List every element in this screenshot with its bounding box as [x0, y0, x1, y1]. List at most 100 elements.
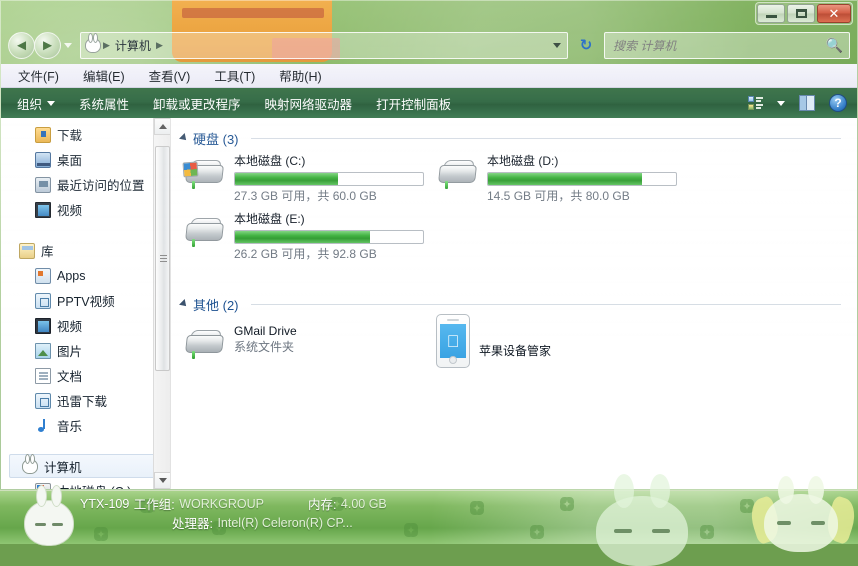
back-button[interactable]: ◄ — [8, 32, 35, 59]
other-tile-gmail-drive[interactable]: GMail Drive 系统文件夹 — [183, 322, 297, 362]
menu-view[interactable]: 查看(V) — [146, 64, 194, 87]
scrollbar-thumb[interactable] — [155, 146, 170, 371]
address-bar-row: ◄ ► ▶ 计算机 ▶ ↻ 🔍 — [0, 28, 858, 64]
map-network-drive-button[interactable]: 映射网络驱动器 — [265, 94, 353, 113]
drive-capacity-text: 27.3 GB 可用，共 60.0 GB — [234, 188, 424, 204]
computer-rabbit-icon — [22, 459, 38, 474]
menu-edit[interactable]: 编辑(E) — [80, 64, 128, 87]
sidebar-item-pictures[interactable]: 图片 — [1, 338, 170, 363]
preview-pane-left — [800, 96, 807, 110]
apple-logo-icon:  — [447, 333, 460, 350]
uninstall-change-program-button[interactable]: 卸载或更改程序 — [153, 94, 241, 113]
breadcrumb-separator-icon-2[interactable]: ▶ — [154, 40, 165, 51]
other-tile-text: 苹果设备管家 — [479, 324, 551, 359]
memory-label: 内存: — [308, 494, 336, 513]
sidebar-spacer — [1, 222, 170, 238]
workgroup-label: 工作组: — [134, 494, 175, 513]
maximize-button[interactable] — [787, 4, 815, 23]
sidebar-item-recent-places[interactable]: 最近访问的位置 — [1, 172, 170, 197]
other-tile-text: GMail Drive 系统文件夹 — [234, 322, 297, 355]
menu-help[interactable]: 帮助(H) — [276, 64, 324, 87]
sidebar-item-local-disk-c[interactable]: 本地磁盘 (C:) — [1, 478, 170, 489]
sidebar-item-pptv-video[interactable]: PPTV视频 — [1, 288, 170, 313]
scroll-down-button[interactable] — [154, 472, 171, 489]
capacity-bar-fill — [235, 231, 370, 243]
sidebar-item-videos[interactable]: 视频 — [1, 197, 170, 222]
section-divider — [251, 304, 841, 305]
navigation-list: 下载 桌面 最近访问的位置 视频 库 — [1, 118, 170, 489]
sidebar-item-videos-library[interactable]: 视频 — [1, 313, 170, 338]
capacity-bar-fill — [235, 173, 338, 185]
sidebar-item-label: 桌面 — [57, 150, 82, 169]
sidebar-item-label: 视频 — [57, 316, 82, 335]
decorative-rabbit-right — [764, 494, 838, 552]
address-dropdown-icon[interactable] — [553, 43, 561, 48]
help-icon[interactable]: ? — [829, 94, 847, 112]
other-tiles: GMail Drive 系统文件夹  苹果设备管家 — [171, 314, 857, 394]
file-list-pane: 硬盘 (3) 本地磁盘 (C:) — [171, 118, 857, 489]
open-control-panel-button[interactable]: 打开控制面板 — [376, 94, 451, 113]
apps-icon — [35, 268, 51, 284]
scroll-up-button[interactable] — [154, 118, 171, 135]
refresh-button[interactable]: ↻ — [575, 33, 597, 57]
sidebar-item-label: PPTV视频 — [57, 291, 115, 310]
minimize-button[interactable] — [757, 4, 785, 23]
search-input[interactable] — [611, 38, 826, 54]
forward-button[interactable]: ► — [34, 32, 61, 59]
section-header-hard-disks[interactable]: 硬盘 (3) — [179, 128, 841, 148]
drive-name: 本地磁盘 (D:) — [487, 154, 677, 169]
view-mode-chevron-down-icon[interactable] — [777, 101, 785, 106]
collapse-triangle-icon[interactable] — [179, 133, 189, 143]
organize-button[interactable]: 组织 — [17, 94, 55, 113]
navigation-scrollbar[interactable] — [153, 118, 170, 489]
search-box[interactable]: 🔍 — [604, 32, 850, 59]
close-button[interactable]: ✕ — [817, 4, 851, 23]
navigation-pane: 下载 桌面 最近访问的位置 视频 库 — [1, 118, 171, 489]
sidebar-item-label: 下载 — [57, 125, 82, 144]
sidebar-item-desktop[interactable]: 桌面 — [1, 147, 170, 172]
view-mode-icon[interactable] — [748, 96, 763, 110]
command-toolbar: 组织 系统属性 卸载或更改程序 映射网络驱动器 打开控制面板 ? — [1, 88, 857, 118]
capacity-bar — [234, 172, 424, 186]
hard-drive-windows-icon — [183, 158, 225, 192]
memory-value: 4.00 GB — [341, 497, 387, 511]
thunder-download-icon — [35, 393, 51, 409]
menu-tools[interactable]: 工具(T) — [211, 64, 258, 87]
iphone-apple-icon:  — [436, 314, 470, 368]
collapse-triangle-icon[interactable] — [179, 299, 189, 309]
drive-tile-d[interactable]: 本地磁盘 (D:) 14.5 GB 可用，共 80.0 GB — [436, 152, 677, 204]
recent-pages-dropdown-icon[interactable] — [64, 43, 72, 48]
sidebar-item-computer[interactable]: 计算机 — [9, 454, 164, 478]
drive-name: 本地磁盘 (C:) — [234, 154, 424, 169]
sidebar-item-thunder-download[interactable]: 迅雷下载 — [1, 388, 170, 413]
sidebar-item-downloads[interactable]: 下载 — [1, 122, 170, 147]
desktop-icon — [35, 152, 51, 168]
computer-name: YTX-109 — [80, 497, 129, 511]
sidebar-item-documents[interactable]: 文档 — [1, 363, 170, 388]
capacity-bar-fill — [488, 173, 642, 185]
menu-file[interactable]: 文件(F) — [15, 64, 62, 87]
drive-tile-e[interactable]: 本地磁盘 (E:) 26.2 GB 可用，共 92.8 GB — [183, 210, 424, 262]
drive-tile-c[interactable]: 本地磁盘 (C:) 27.3 GB 可用，共 60.0 GB — [183, 152, 424, 204]
status-line-2: 处理器: Intel(R) Celeron(R) CP... — [80, 513, 387, 532]
capacity-bar — [487, 172, 677, 186]
pictures-icon — [35, 343, 51, 359]
documents-icon — [35, 368, 51, 384]
search-icon[interactable]: 🔍 — [826, 37, 843, 54]
status-line-1: YTX-109 工作组: WORKGROUP 内存: 4.00 GB — [80, 494, 387, 513]
preview-pane-icon[interactable] — [799, 95, 815, 111]
title-bar: ✕ — [0, 0, 858, 28]
sidebar-item-music[interactable]: 音乐 — [1, 413, 170, 438]
breadcrumb-computer[interactable]: 计算机 — [112, 37, 154, 54]
address-bar[interactable]: ▶ 计算机 ▶ — [80, 32, 568, 59]
system-properties-button[interactable]: 系统属性 — [79, 94, 129, 113]
sidebar-item-libraries[interactable]: 库 — [1, 238, 170, 263]
item-name: GMail Drive — [234, 324, 297, 339]
hard-drive-icon — [183, 216, 225, 250]
sidebar-item-apps[interactable]: Apps — [1, 263, 170, 288]
sidebar-item-label: Apps — [57, 269, 86, 283]
section-header-others[interactable]: 其他 (2) — [179, 294, 841, 314]
other-tile-apple-device-manager[interactable]:  苹果设备管家 — [436, 314, 551, 368]
item-name: 苹果设备管家 — [479, 344, 551, 359]
breadcrumb-separator-icon: ▶ — [101, 40, 112, 51]
